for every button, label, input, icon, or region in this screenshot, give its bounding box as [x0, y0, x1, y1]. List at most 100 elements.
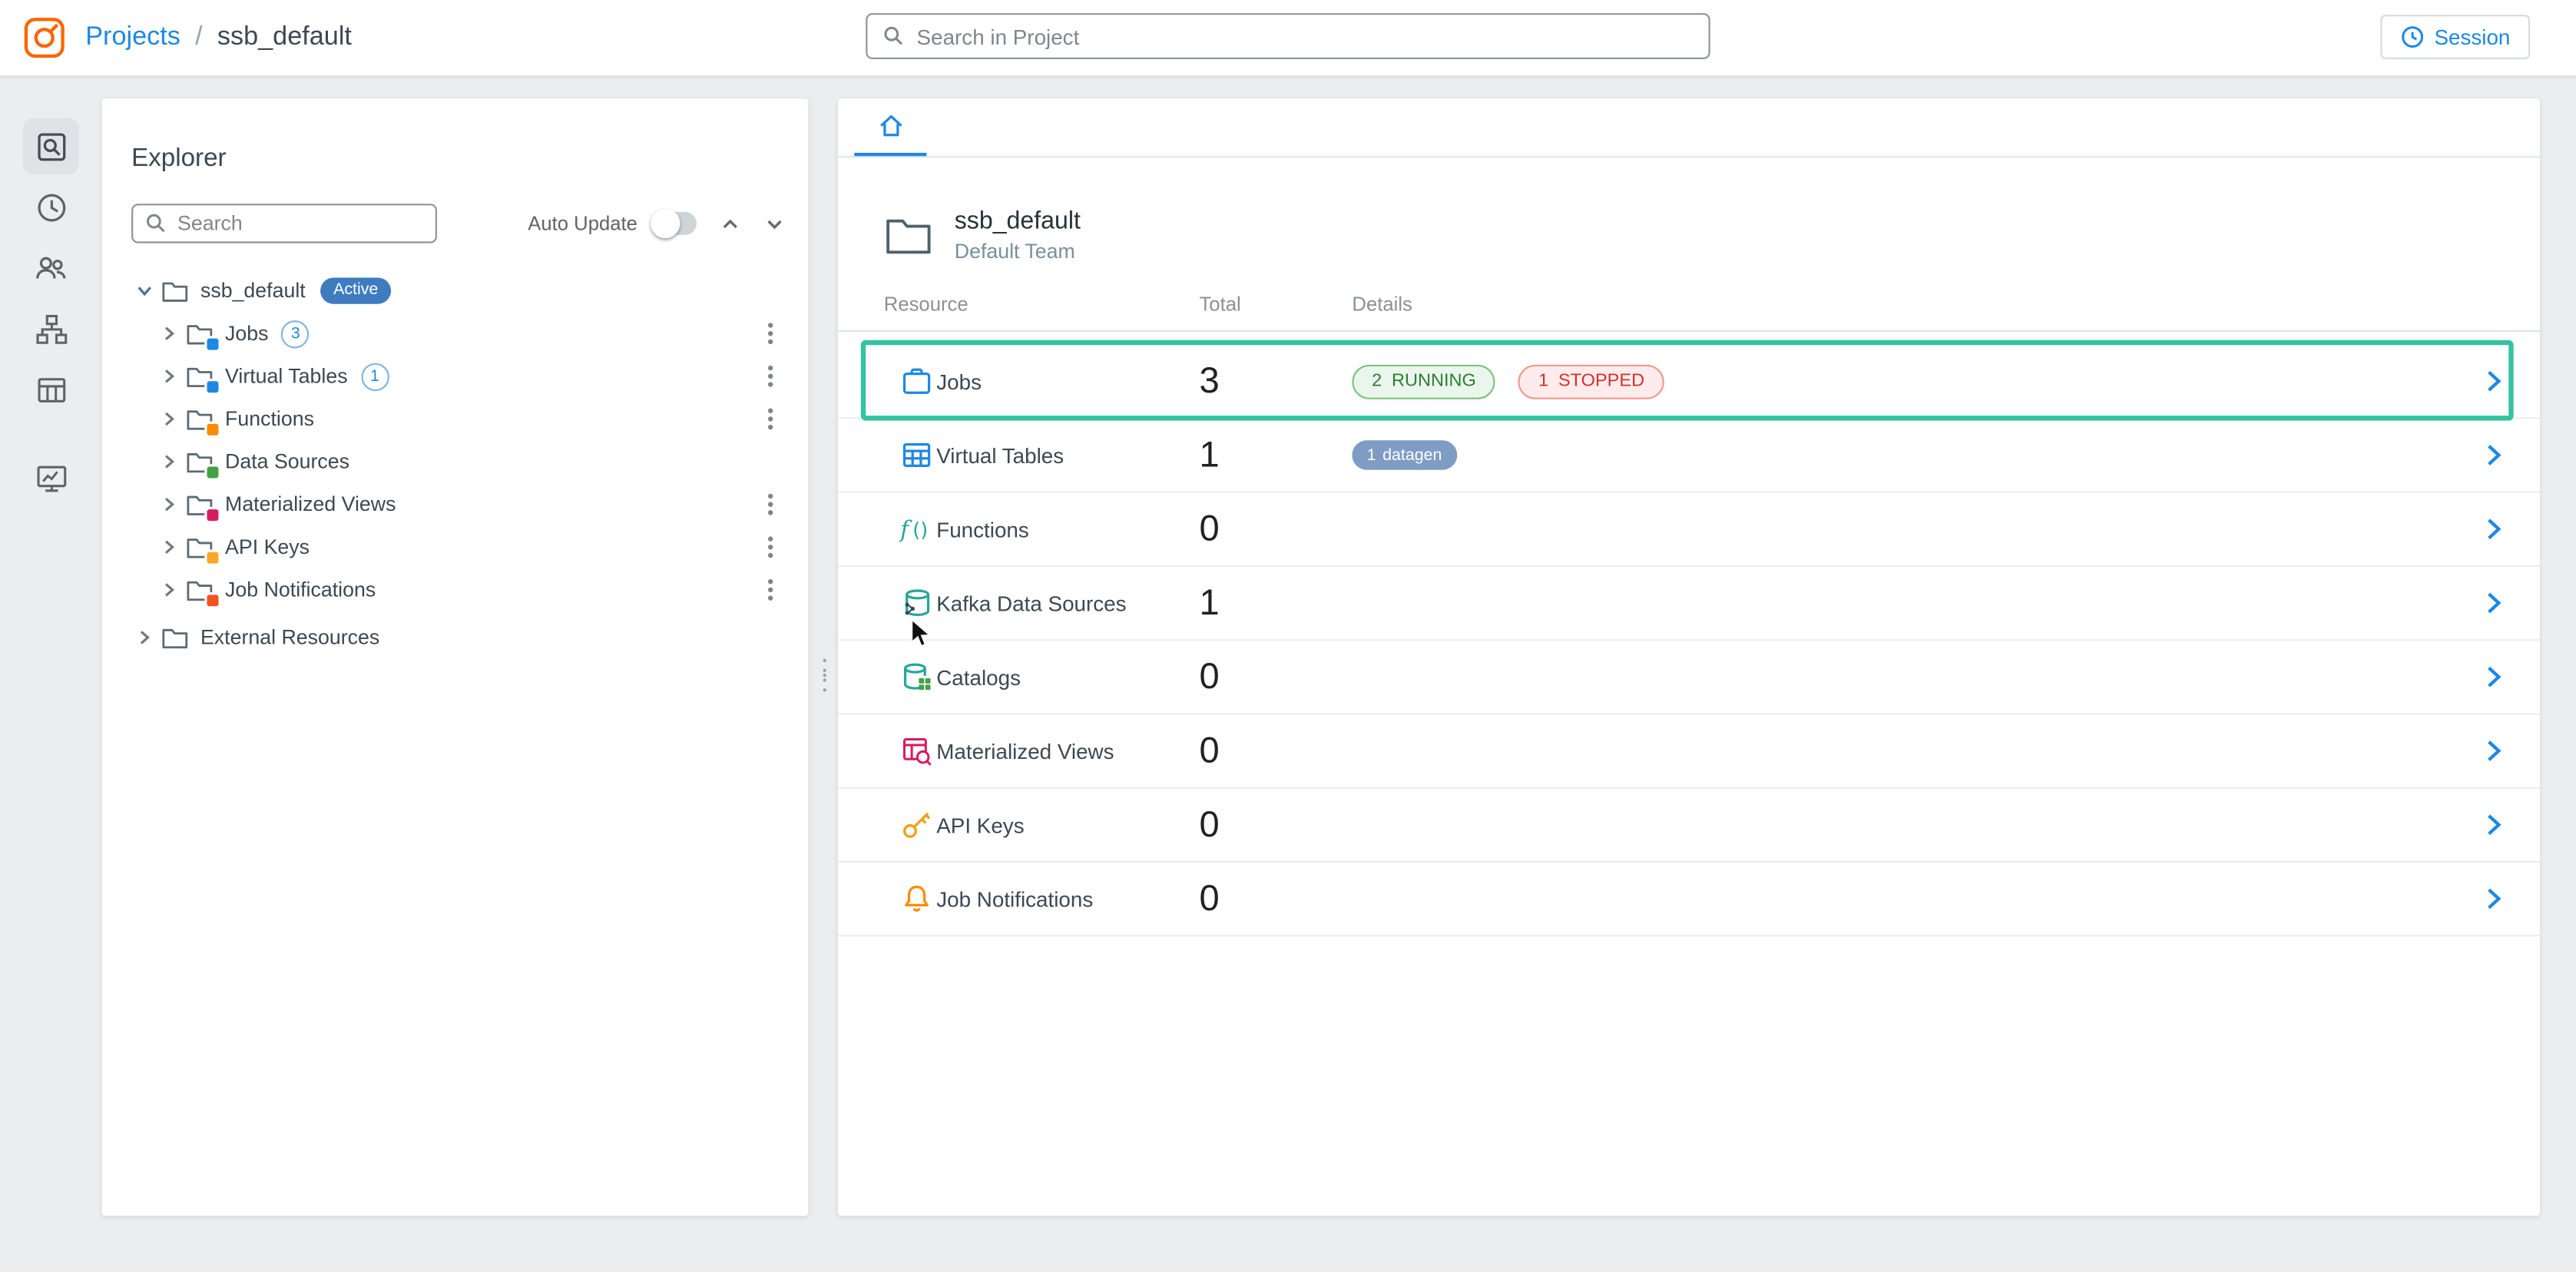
auto-update-toggle[interactable]	[651, 212, 697, 235]
row-chevron-icon[interactable]	[2481, 737, 2507, 764]
kebab-icon[interactable]	[759, 406, 782, 432]
rail-monitoring-icon[interactable]	[23, 450, 79, 506]
explorer-search-input[interactable]	[177, 212, 424, 235]
tree-root-ssb-default[interactable]: ssb_default Active	[131, 270, 785, 313]
resource-row-job-notifications[interactable]: Job Notifications0	[838, 863, 2540, 936]
row-chevron-icon[interactable]	[2481, 886, 2507, 912]
project-folder-icon	[884, 214, 933, 255]
chevron-right-icon[interactable]	[156, 578, 182, 601]
toggle-knob	[651, 209, 680, 239]
chevron-down-icon[interactable]	[764, 213, 786, 234]
chevron-right-icon[interactable]	[156, 493, 182, 516]
status-badge-stopped: 1 STOPPED	[1518, 364, 1664, 399]
project-search-input[interactable]	[917, 24, 1694, 48]
rail-history-icon[interactable]	[23, 179, 79, 235]
app-logo-icon[interactable]	[23, 16, 66, 59]
resource-name: Functions	[936, 517, 1199, 542]
resource-name: Catalogs	[936, 664, 1199, 689]
resource-row-functions[interactable]: f()Functions0	[838, 493, 2540, 567]
row-chevron-icon[interactable]	[2481, 812, 2507, 838]
tree-item-api-keys[interactable]: API Keys	[131, 525, 785, 568]
tree-item-jobs[interactable]: Jobs3	[131, 312, 785, 355]
explorer-search	[131, 204, 437, 243]
tree-item-label: External Resources	[200, 626, 379, 649]
drag-dots-icon	[823, 674, 826, 677]
project-titles: ssb_default Default Team	[955, 207, 1081, 263]
tab-home[interactable]	[854, 98, 926, 156]
kebab-icon[interactable]	[759, 577, 782, 603]
table-header-row: Resource Total Details	[838, 293, 2540, 332]
panel-resize-handle[interactable]	[816, 651, 833, 700]
resource-row-api-keys[interactable]: API Keys0	[838, 789, 2540, 863]
home-icon	[876, 111, 904, 139]
row-chevron-icon[interactable]	[2481, 442, 2507, 468]
row-chevron-icon[interactable]	[2481, 516, 2507, 542]
svg-text:(): ()	[912, 518, 927, 542]
tree-item-materialized-views[interactable]: Materialized Views	[131, 483, 785, 526]
resource-row-catalogs[interactable]: Catalogs0	[838, 641, 2540, 714]
tree-item-label: Virtual Tables	[225, 365, 348, 388]
search-icon	[144, 212, 167, 235]
resource-name: Jobs	[936, 369, 1199, 393]
tab-bar	[838, 98, 2540, 157]
row-chevron-icon[interactable]	[2481, 590, 2507, 616]
tree-item-label: Data Sources	[225, 450, 349, 473]
kebab-icon[interactable]	[759, 320, 782, 346]
kebab-icon[interactable]	[759, 534, 782, 560]
column-header-total: Total	[1199, 293, 1352, 316]
chevron-down-icon[interactable]	[131, 280, 157, 303]
chevron-right-icon[interactable]	[156, 322, 182, 345]
resource-total: 1	[1199, 581, 1352, 624]
tree-children: Jobs3Virtual Tables1Functions Data Source…	[131, 312, 785, 611]
data-sources-folder-icon	[186, 449, 214, 474]
chevron-up-icon[interactable]	[720, 213, 741, 234]
column-header-details: Details	[1352, 293, 2448, 316]
kebab-icon[interactable]	[759, 363, 782, 389]
tree-item-virtual-tables[interactable]: Virtual Tables1	[131, 355, 785, 398]
breadcrumb-projects-link[interactable]: Projects	[85, 23, 180, 53]
catalogs-icon	[896, 661, 936, 694]
materialized-views-folder-icon	[186, 492, 214, 517]
chevron-right-icon[interactable]	[156, 535, 182, 558]
badge-count: 1	[1367, 445, 1376, 466]
explorer-title: Explorer	[131, 144, 785, 174]
chevron-right-icon[interactable]	[156, 365, 182, 388]
rail-connectors-icon[interactable]	[23, 300, 79, 356]
chevron-right-icon[interactable]	[156, 450, 182, 473]
session-button[interactable]: Session	[2380, 15, 2530, 59]
rail-teams-icon[interactable]	[23, 240, 79, 296]
tree-item-job-notifications[interactable]: Job Notifications	[131, 568, 785, 611]
rail-data-tables-icon[interactable]	[23, 362, 79, 418]
app-root: Projects / ssb_default Session Explorer …	[0, 0, 2576, 1272]
tree-item-label: API Keys	[225, 535, 310, 558]
project-team: Default Team	[955, 240, 1081, 263]
chevron-right-icon[interactable]	[131, 626, 157, 649]
resource-name: Job Notifications	[936, 886, 1199, 911]
icon-rail	[0, 75, 102, 1271]
resource-row-virtual-tables[interactable]: Virtual Tables11datagen	[838, 419, 2540, 492]
tree-item-external-resources[interactable]: External Resources	[131, 616, 785, 659]
badge-label: STOPPED	[1558, 370, 1644, 392]
row-chevron-icon[interactable]	[2481, 664, 2507, 690]
api-keys-folder-icon	[186, 535, 214, 559]
badge-label: datagen	[1382, 445, 1442, 466]
badge-count: 1	[1538, 370, 1548, 392]
status-badge-running: 2RUNNING	[1352, 364, 1495, 399]
api-keys-icon	[896, 808, 936, 841]
resource-row-materialized-views[interactable]: Materialized Views0	[838, 714, 2540, 788]
resource-name: Virtual Tables	[936, 442, 1199, 467]
resource-row-kafka-data-sources[interactable]: Kafka Data Sources1	[838, 567, 2540, 641]
chevron-right-icon[interactable]	[156, 407, 182, 430]
badge-label: RUNNING	[1392, 370, 1476, 392]
tree-item-functions[interactable]: Functions	[131, 398, 785, 441]
kebab-icon[interactable]	[759, 492, 782, 518]
resource-total: 0	[1199, 655, 1352, 698]
breadcrumb-separator: /	[195, 23, 203, 53]
resource-row-jobs[interactable]: Jobs32RUNNING1STOPPED	[838, 345, 2540, 419]
row-chevron-icon[interactable]	[2481, 368, 2507, 394]
virtual-tables-folder-icon	[186, 364, 214, 389]
tree-item-data-sources[interactable]: Data Sources	[131, 440, 785, 483]
resource-table: Jobs32RUNNING1STOPPEDVirtual Tables11dat…	[838, 345, 2540, 936]
breadcrumb-current: ssb_default	[217, 23, 352, 53]
rail-explorer-icon[interactable]	[23, 118, 79, 174]
